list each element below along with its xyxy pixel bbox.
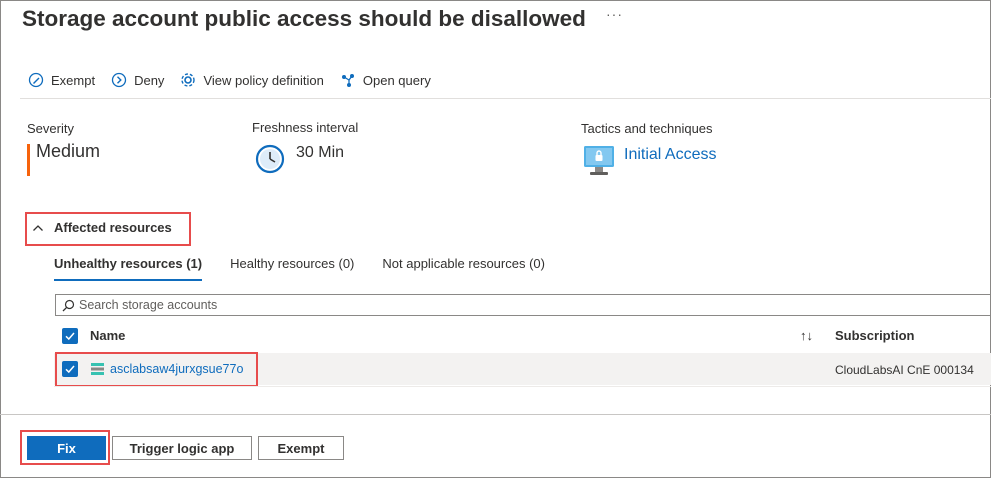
exempt-command-label: Exempt [51,72,96,88]
toolbar-divider [20,98,991,99]
command-bar: Exempt Deny View policy definition Open … [28,70,447,90]
freshness-value: 30 Min [296,144,345,161]
monitor-lock-icon [584,146,614,175]
resource-row-highlight [55,352,258,387]
deny-command-label: Deny [134,72,165,88]
footer-divider [0,414,991,415]
sort-icon[interactable]: ↑↓ [800,328,813,343]
select-all-checkbox[interactable] [62,328,78,344]
tab-not-applicable-resources[interactable]: Not applicable resources (0) [382,256,545,281]
tactics-label: Tactics and techniques [581,121,713,136]
query-icon [341,74,354,87]
tactic-initial-access-link[interactable]: Initial Access [624,146,716,164]
policy-icon [181,73,196,87]
table-header: Name ↑↓ Subscription [54,322,991,350]
affected-resources-toggle[interactable]: Affected resources [32,220,172,235]
column-header-subscription[interactable]: Subscription [835,328,914,343]
search-icon [62,299,75,311]
severity-indicator [27,144,30,176]
open-query-label: Open query [362,72,431,88]
tab-healthy-resources[interactable]: Healthy resources (0) [230,256,354,281]
search-input[interactable] [79,298,959,312]
severity-label: Severity [27,121,74,136]
checkmark-icon [65,332,75,341]
resource-tabs: Unhealthy resources (1) Healthy resource… [54,256,573,281]
freshness-label: Freshness interval [252,120,359,135]
view-policy-definition-label: View policy definition [203,72,324,88]
severity-value: Medium [36,141,101,161]
exempt-button[interactable]: Exempt [258,436,344,460]
deny-command[interactable]: Deny [111,72,164,88]
exempt-icon [28,72,44,88]
tab-unhealthy-resources[interactable]: Unhealthy resources (1) [54,256,203,281]
deny-icon [111,72,127,88]
page-title: Storage account public access should be … [22,6,586,31]
fix-button-highlight [20,430,110,465]
row-divider [54,386,991,387]
chevron-up-icon [33,224,43,231]
view-policy-definition-command[interactable]: View policy definition [180,72,324,88]
exempt-command[interactable]: Exempt [28,72,95,88]
search-box [55,294,991,316]
column-header-name[interactable]: Name [90,328,125,343]
more-options-button[interactable]: ··· [606,6,623,22]
trigger-logic-app-button[interactable]: Trigger logic app [112,436,252,460]
clock-icon [255,144,285,174]
open-query-command[interactable]: Open query [340,72,431,88]
resource-subscription: CloudLabsAI CnE 000134 [835,363,974,377]
affected-resources-heading: Affected resources [54,220,172,235]
